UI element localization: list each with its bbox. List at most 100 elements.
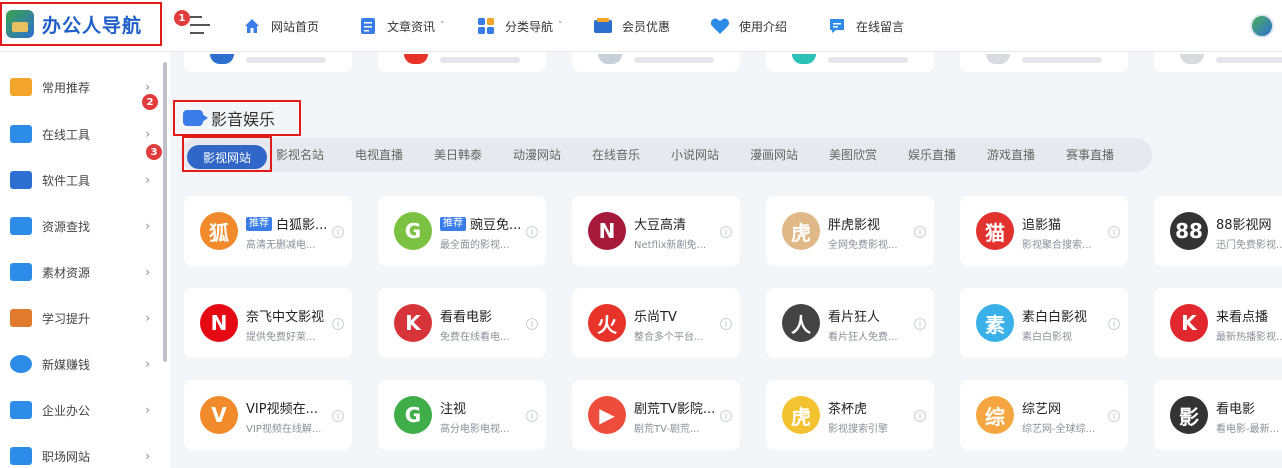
site-card-title: 88影视网 [1216,214,1282,233]
site-card[interactable]: 虎胖虎影视 全网免费影视... i [766,196,934,266]
site-card[interactable]: G 注视 高分电影电视... i [378,380,546,450]
partial-card[interactable] [184,52,352,72]
site-card[interactable]: K来看点播最新热播影视...i [1154,288,1282,358]
chevron-right-icon: › [145,357,150,371]
pea-icon: G [394,212,432,250]
tab-comics[interactable]: 漫画网站 [750,146,798,163]
nav-message[interactable]: 在线留言 [827,14,904,38]
search-icon [10,217,32,235]
nav-categories[interactable]: 分类导航 ˅ [476,14,563,38]
sidebar-item-label: 软件工具 [42,173,91,188]
site-card[interactable]: 猫追影猫 影视聚合搜索... i [960,196,1128,266]
site-card[interactable]: G 推荐 豌豆免... 最全面的影视... i [378,196,546,266]
partial-card[interactable] [766,52,934,72]
sidebar-item-online-tools[interactable]: 在线工具 › [10,123,150,145]
site-card[interactable]: 狐推荐 白狐影... 高清无删减电... i [184,196,352,266]
site-card-description: Netflix新剧免... [634,240,707,251]
tab-ent-live[interactable]: 娱乐直播 [908,146,956,163]
site-card[interactable]: 火乐尚TV 整合多个平台... i [572,288,740,358]
info-icon[interactable]: i [914,318,926,330]
nav-articles[interactable]: 文章资讯 ˅ [358,14,445,38]
tab-video-sites[interactable]: 影视网站 [187,145,267,169]
site-card-description: 素白白影视 [1022,332,1072,343]
document-icon [358,16,378,36]
site-card-title-text: 胖虎影视 [828,218,881,233]
sidebar-item-enterprise[interactable]: 企业办公 › [10,399,150,421]
partial-card[interactable] [1154,52,1282,72]
sidebar-scrollbar[interactable] [163,62,167,362]
sidebar-item-recommend[interactable]: 常用推荐 › [10,76,150,98]
menu-toggle-icon[interactable] [190,16,212,36]
tab-sports-live[interactable]: 赛事直播 [1066,146,1114,163]
site-card[interactable]: 虎茶杯虎 影视搜索引擎 i [766,380,934,450]
site-card[interactable]: N 大豆高清 Netflix新剧免... i [572,196,740,266]
category-tabs: 影视名站 电视直播 美日韩泰 动漫网站 在线音乐 小说网站 漫画网站 美图欣赏 … [180,138,1152,172]
site-card[interactable]: N 奈飞中文影视 提供免费好莱... i [184,288,352,358]
sidebar-item-learning[interactable]: 学习提升 › [10,307,150,329]
info-icon[interactable]: i [1108,226,1120,238]
site-card-title: 素白白影视 [1022,306,1118,325]
info-icon[interactable]: i [332,226,344,238]
film-camera-icon: 影 [1170,396,1208,434]
sidebar-item-label: 新媒赚钱 [42,357,91,372]
site-card[interactable]: V VIP视频在... VIP视频在线解... i [184,380,352,450]
nav-intro[interactable]: 使用介绍 [710,14,787,38]
tab-famous-sites[interactable]: 影视名站 [276,146,324,163]
sidebar-item-label: 资源查找 [42,219,91,234]
site-card[interactable]: 素素白白影视 素白白影视 i [960,288,1128,358]
tab-us-jp-kr-th[interactable]: 美日韩泰 [434,146,482,163]
info-icon[interactable]: i [720,318,732,330]
sidebar-item-resource-search[interactable]: 资源查找 › [10,215,150,237]
partial-card[interactable] [378,52,546,72]
site-card-title: 推荐 豌豆免... [440,214,536,233]
annotation-badge-3: 3 [146,144,162,160]
site-card[interactable]: 8888影视网迅门免费影视...i [1154,196,1282,266]
flame-icon: 火 [588,304,626,342]
nav-membership[interactable]: 会员优惠 [593,14,670,38]
site-card[interactable]: 影看电影看电影-最新...i [1154,380,1282,450]
info-icon[interactable]: i [332,318,344,330]
site-card[interactable]: ▶ 剧荒TV影院... 剧荒TV-剧荒... i [572,380,740,450]
site-card[interactable]: K 看看电影 免费在线看电... i [378,288,546,358]
cartoon-icon: 人 [782,304,820,342]
info-icon[interactable]: i [720,410,732,422]
site-card-title-text: 来看点播 [1216,310,1269,325]
sidebar-item-career[interactable]: 职场网站 › [10,445,150,467]
film-reel-icon: 88 [1170,212,1208,250]
info-icon[interactable]: i [1108,318,1120,330]
sidebar-item-materials[interactable]: 素材资源 › [10,261,150,283]
sidebar-item-label: 在线工具 [42,127,91,142]
site-card-title-text: 看电影 [1216,402,1256,417]
info-icon[interactable]: i [332,410,344,422]
info-icon[interactable]: i [720,226,732,238]
message-icon [827,16,847,36]
cat-icon: 猫 [976,212,1014,250]
nav-home[interactable]: 网站首页 [242,14,319,38]
info-icon[interactable]: i [526,226,538,238]
info-icon[interactable]: i [526,318,538,330]
tab-anime[interactable]: 动漫网站 [513,146,561,163]
site-card-title-text: 大豆高清 [634,218,687,233]
info-icon[interactable]: i [1108,410,1120,422]
g-logo-icon: G [394,396,432,434]
site-card[interactable]: 人看片狂人 看片狂人免费... i [766,288,934,358]
logo[interactable]: 办公人导航 [0,2,162,46]
tab-novels[interactable]: 小说网站 [671,146,719,163]
info-icon[interactable]: i [526,410,538,422]
partial-card[interactable] [572,52,740,72]
tab-music[interactable]: 在线音乐 [592,146,640,163]
info-icon[interactable]: i [914,410,926,422]
tab-gallery[interactable]: 美图欣赏 [829,146,877,163]
building-icon [10,401,32,419]
tab-tv-live[interactable]: 电视直播 [355,146,403,163]
site-card-title-text: 剧荒TV影院... [634,402,716,417]
top-header: 办公人导航 1 网站首页 文章资讯 ˅ 分类导航 ˅ 会员优惠 使用介绍 在线留… [0,0,1282,52]
pie-chart-icon [10,355,32,373]
info-icon[interactable]: i [914,226,926,238]
site-card[interactable]: 综综艺网 综艺网-全球综... i [960,380,1128,450]
partial-card[interactable] [960,52,1128,72]
avatar[interactable] [1250,14,1274,38]
tab-game-live[interactable]: 游戏直播 [987,146,1035,163]
sidebar-item-new-media[interactable]: 新媒赚钱 › [10,353,150,375]
sidebar-item-software-tools[interactable]: 软件工具 › [10,169,150,191]
